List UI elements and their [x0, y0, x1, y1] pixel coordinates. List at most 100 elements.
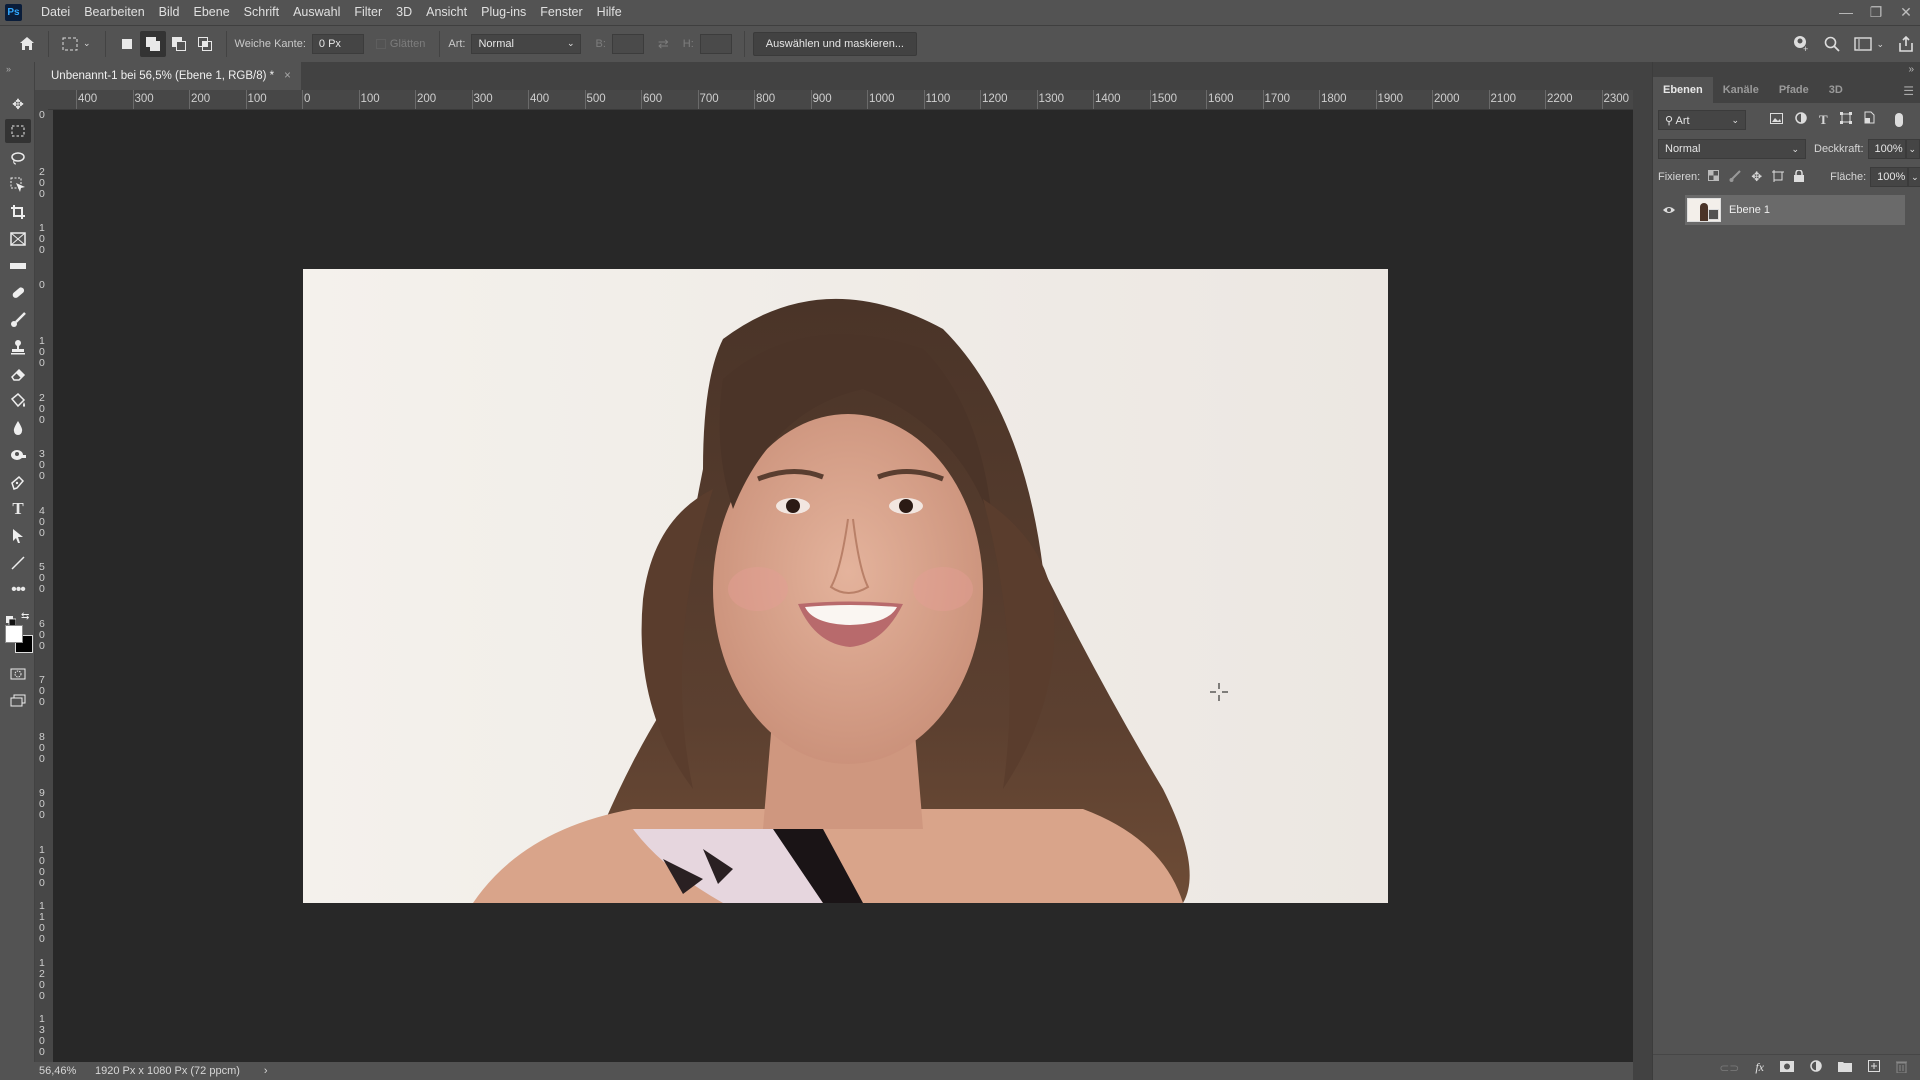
new-selection-button[interactable]: [114, 31, 140, 57]
more-tools[interactable]: •••: [5, 578, 31, 602]
filter-pixel-icon[interactable]: [1770, 111, 1783, 129]
fill-dropdown-icon[interactable]: ⌄: [1908, 167, 1920, 187]
type-tool[interactable]: T: [5, 497, 31, 521]
tab-ebenen[interactable]: Ebenen: [1653, 77, 1713, 103]
new-group-folder-icon[interactable]: [1838, 1061, 1852, 1075]
blur-tool[interactable]: [5, 416, 31, 440]
workspace-icon[interactable]: [1854, 37, 1873, 51]
style-select[interactable]: Normal ⌄: [471, 33, 582, 54]
share-user-icon[interactable]: +: [1792, 35, 1810, 53]
subtract-selection-button[interactable]: [166, 31, 192, 57]
chevron-down-icon[interactable]: ⌄: [83, 38, 91, 49]
crop-tool[interactable]: [5, 200, 31, 224]
document-tab[interactable]: Unbenannt-1 bei 56,5% (Ebene 1, RGB/8) *…: [48, 62, 301, 90]
opacity-input[interactable]: 100%: [1867, 139, 1906, 159]
menu-bild[interactable]: Bild: [152, 5, 187, 19]
new-layer-icon[interactable]: [1868, 1060, 1880, 1075]
ruler-origin[interactable]: [35, 90, 48, 110]
marquee-preset-button[interactable]: [57, 31, 83, 57]
add-mask-icon[interactable]: [1780, 1060, 1794, 1075]
panel-menu-icon[interactable]: ☰: [1903, 84, 1914, 98]
lock-artboard-icon[interactable]: [1772, 169, 1785, 185]
link-layers-icon[interactable]: ⊂⊃: [1719, 1061, 1739, 1075]
home-button[interactable]: [14, 31, 40, 57]
foreground-color-swatch[interactable]: [5, 625, 23, 643]
dodge-tool[interactable]: [5, 443, 31, 467]
filter-type-icon[interactable]: T: [1819, 112, 1828, 128]
menu-ansicht[interactable]: Ansicht: [419, 5, 474, 19]
status-menu-arrow-icon[interactable]: ›: [264, 1065, 268, 1077]
minimize-button[interactable]: —: [1832, 0, 1860, 24]
line-tool[interactable]: [5, 551, 31, 575]
document-image[interactable]: [303, 269, 1388, 903]
lock-position-icon[interactable]: ✥: [1751, 169, 1762, 185]
marquee-tool[interactable]: [5, 119, 31, 143]
zoom-level[interactable]: 56,46%: [39, 1065, 89, 1077]
antialias-label: Glätten: [389, 37, 426, 50]
quick-mask-button[interactable]: [5, 662, 31, 686]
healing-brush-tool[interactable]: [5, 281, 31, 305]
lock-pixels-icon[interactable]: [1729, 169, 1741, 185]
menu-3d[interactable]: 3D: [389, 5, 419, 19]
lock-transparent-icon[interactable]: [1708, 170, 1720, 184]
menu-hilfe[interactable]: Hilfe: [590, 5, 629, 19]
menu-bearbeiten[interactable]: Bearbeiten: [77, 5, 151, 19]
layer-style-fx-icon[interactable]: fx: [1755, 1060, 1764, 1075]
filter-smart-object-icon[interactable]: [1864, 111, 1875, 129]
filter-toggle[interactable]: [1894, 113, 1903, 127]
lock-all-icon[interactable]: [1794, 168, 1805, 185]
layer-row[interactable]: Ebene 1: [1685, 195, 1905, 225]
eraser-tool[interactable]: [5, 362, 31, 386]
expand-toolbar-icon[interactable]: »: [6, 64, 11, 74]
width-input[interactable]: [611, 33, 644, 54]
share-icon[interactable]: [1898, 36, 1914, 52]
menu-schrift[interactable]: Schrift: [237, 5, 286, 19]
brush-tool[interactable]: [5, 308, 31, 332]
filter-shape-icon[interactable]: [1839, 111, 1852, 129]
adjustment-layer-icon[interactable]: [1810, 1060, 1822, 1075]
feather-input[interactable]: 0 Px: [311, 33, 364, 54]
layer-filter-select[interactable]: ⚲ Art ⌄: [1658, 110, 1746, 130]
select-and-mask-button[interactable]: Auswählen und maskieren...: [752, 31, 917, 56]
menu-filter[interactable]: Filter: [347, 5, 389, 19]
move-tool[interactable]: ✥: [5, 92, 31, 116]
object-selection-tool[interactable]: [5, 173, 31, 197]
clone-stamp-tool[interactable]: [5, 335, 31, 359]
pen-tool[interactable]: [5, 470, 31, 494]
opacity-dropdown-icon[interactable]: ⌄: [1905, 139, 1920, 159]
ruler-tool[interactable]: [5, 254, 31, 278]
blend-mode-select[interactable]: Normal ⌄: [1658, 139, 1806, 159]
swap-dimensions-icon[interactable]: ⇄: [658, 36, 669, 52]
add-to-selection-button[interactable]: [139, 30, 166, 57]
layer-name[interactable]: Ebene 1: [1729, 204, 1770, 216]
menu-ebene[interactable]: Ebene: [187, 5, 237, 19]
delete-layer-trash-icon[interactable]: [1896, 1060, 1907, 1076]
menu-fenster[interactable]: Fenster: [533, 5, 589, 19]
chevron-down-icon[interactable]: ⌄: [1876, 39, 1884, 50]
intersect-selection-button[interactable]: [192, 31, 218, 57]
paint-bucket-tool[interactable]: [5, 389, 31, 413]
fill-input[interactable]: 100%: [1870, 167, 1909, 187]
close-window-button[interactable]: ✕: [1892, 0, 1920, 24]
horizontal-ruler[interactable]: 400 300 200 100 0 100 200 300 400 500 600 700 800 900…: [48, 90, 1633, 110]
search-icon[interactable]: [1824, 36, 1841, 52]
collapse-panels-icon[interactable]: »: [1908, 64, 1914, 75]
restore-button[interactable]: ❐: [1862, 0, 1890, 24]
vertical-ruler[interactable]: 0 200 100 0 100 200 300 400 500 600 700 800 900 1000 1…: [35, 110, 53, 1062]
filter-adjustment-icon[interactable]: [1795, 111, 1807, 129]
tab-pfade[interactable]: Pfade: [1769, 77, 1819, 103]
swap-colors-icon[interactable]: ⇆: [21, 611, 29, 622]
close-tab-icon[interactable]: ×: [284, 70, 291, 82]
menu-datei[interactable]: Datei: [34, 5, 77, 19]
menu-plugins[interactable]: Plug-ins: [474, 5, 533, 19]
path-selection-tool[interactable]: [5, 524, 31, 548]
lasso-tool[interactable]: [5, 146, 31, 170]
layer-visibility-icon[interactable]: [1662, 202, 1676, 220]
height-input[interactable]: [699, 33, 732, 54]
antialias-checkbox[interactable]: [375, 38, 386, 49]
tab-3d[interactable]: 3D: [1819, 77, 1853, 103]
menu-auswahl[interactable]: Auswahl: [286, 5, 347, 19]
screen-mode-button[interactable]: [5, 689, 31, 713]
frame-tool[interactable]: [5, 227, 31, 251]
tab-kanaele[interactable]: Kanäle: [1713, 77, 1769, 103]
